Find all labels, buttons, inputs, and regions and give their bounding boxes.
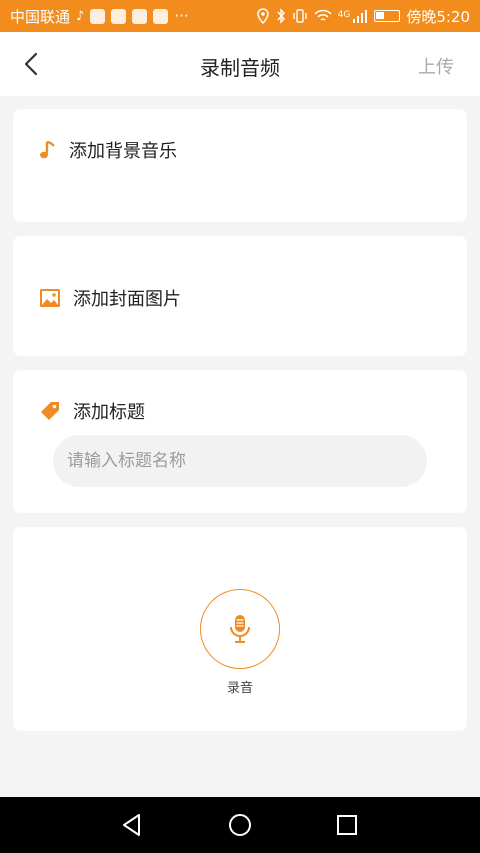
app-notification-icon [111,8,127,24]
battery-icon [374,10,401,22]
wifi-icon [314,9,332,21]
tag-icon [41,402,59,420]
network-type: 4G [337,9,351,20]
add-cover-row[interactable]: 添加封面图片 [39,285,181,311]
signal-icon [353,10,368,23]
upload-button[interactable]: 上传 [418,53,454,79]
status-bar: 中国联通 ♪ ··· 4G 傍晚5:20 [0,0,480,32]
vibrate-icon [292,9,307,23]
more-notifications-icon: ··· [174,7,189,25]
add-bgm-card[interactable]: 添加背景音乐 [13,109,467,222]
page-title: 录制音频 [200,56,280,80]
add-cover-label: 添加封面图片 [73,289,181,310]
music-note-icon [40,140,55,159]
add-bgm-label: 添加背景音乐 [69,141,177,162]
system-back-icon[interactable] [118,811,146,839]
location-icon [256,8,269,24]
bluetooth-icon [277,8,285,24]
status-left: 中国联通 ♪ ··· [10,6,189,27]
system-recents-icon[interactable] [333,811,361,839]
microphone-icon [230,615,250,643]
add-title-label: 添加标题 [73,402,145,423]
add-title-row: 添加标题 [39,398,145,424]
carrier-name: 中国联通 [10,7,71,26]
add-bgm-row[interactable]: 添加背景音乐 [39,137,177,163]
system-home-icon[interactable] [226,811,254,839]
app-notification-icon [132,8,148,24]
clock: 傍晚5:20 [406,7,470,26]
record-button[interactable] [200,589,280,669]
app-notification-icon [153,8,169,24]
status-right: 4G 傍晚5:20 [256,6,470,27]
title-input[interactable] [53,435,427,487]
music-note-status-icon: ♪ [76,8,85,24]
add-cover-card[interactable]: 添加封面图片 [13,236,467,356]
nav-bar: 录制音频 上传 [0,32,480,96]
add-title-card: 添加标题 [13,370,467,513]
app-notification-icon [90,8,106,24]
record-label: 录音 [226,681,253,696]
image-icon [40,289,60,307]
record-card: 录音 [13,527,467,731]
system-nav-bar [0,797,480,853]
